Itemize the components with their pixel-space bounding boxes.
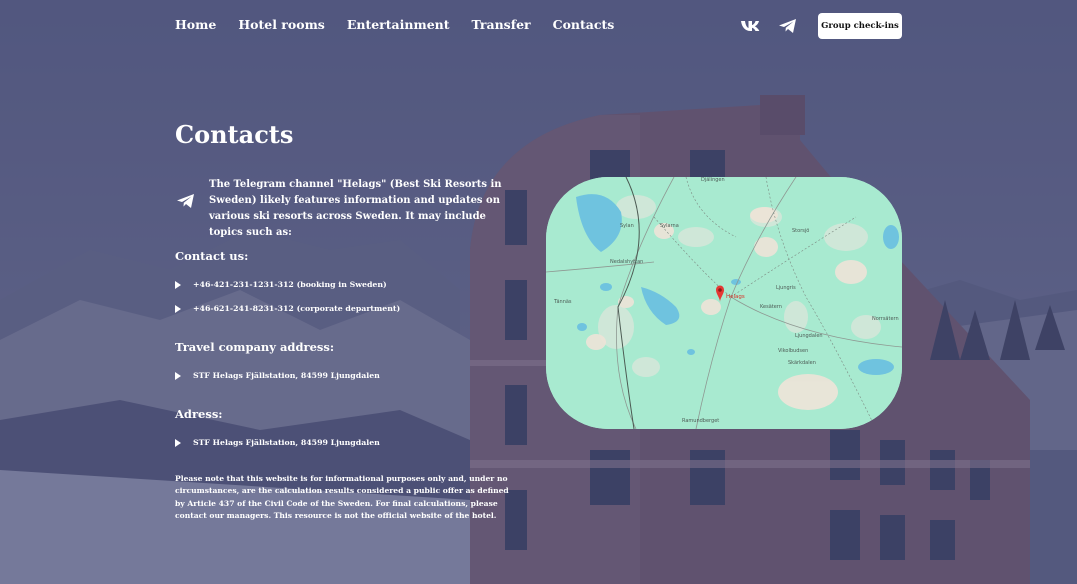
site-header: Home Hotel rooms Entertainment Transfer … [0,0,1077,52]
map-place-label: Sylan [620,223,634,229]
travel-address-text: STF Helags Fjällstation, 84599 Ljungdale… [193,371,380,380]
travel-company-address: STF Helags Fjällstation, 84599 Ljungdale… [175,371,380,380]
bullet-triangle-icon [175,304,181,313]
nav-contacts-link[interactable]: Contacts [553,17,615,32]
contact-us-heading: Contact us: [175,249,249,263]
main-nav: Home Hotel rooms Entertainment Transfer … [175,17,636,32]
bullet-triangle-icon [175,280,181,289]
telegram-icon [176,192,196,210]
location-map[interactable]: Djälingen Sylan Sylarna Nedalshyttan Tän… [546,177,902,429]
map-marker-label: Helags [726,294,745,300]
travel-company-heading: Travel company address: [175,340,335,354]
page-title: Contacts [175,120,294,149]
phone-booking[interactable]: +46-421-231-1231-312 (booking in Sweden) [175,280,387,289]
map-place-label: Nedalshyttan [610,259,644,265]
map-place-label: Sylarna [660,223,679,229]
phone-booking-text: +46-421-231-1231-312 (booking in Sweden) [193,280,387,289]
map-place-label: Djälingen [701,177,725,183]
nav-transfer-link[interactable]: Transfer [472,17,531,32]
map-place-label: Norrsätern [872,316,899,322]
map-place-label: Kesätern [760,304,782,310]
background-tint [0,0,1077,584]
phone-corporate[interactable]: +46-621-241-8231-312 (corporate departme… [175,304,400,313]
nav-entertainment-link[interactable]: Entertainment [347,17,450,32]
map-place-label: Vikolbudsen [778,348,809,354]
background-image [0,0,1077,584]
bullet-triangle-icon [175,371,181,380]
social-links [740,17,798,35]
map-place-label: Ljungris [776,285,796,291]
hotel-address-text: STF Helags Fjällstation, 84599 Ljungdale… [193,438,380,447]
nav-home-link[interactable]: Home [175,17,216,32]
group-check-ins-button[interactable]: Group check-ins [818,13,902,39]
disclaimer-text: Please note that this website is for inf… [175,474,509,521]
map-canvas [546,177,902,429]
phone-corporate-text: +46-621-241-8231-312 (corporate departme… [193,304,401,313]
bullet-triangle-icon [175,438,181,447]
map-place-label: Ramundberget [682,418,720,424]
vk-icon[interactable] [740,17,760,35]
map-place-label: Ljungdalen [795,333,823,339]
map-place-label: Skärkdalen [788,360,816,366]
map-place-label: Storsjö [792,228,810,234]
nav-hotel-rooms-link[interactable]: Hotel rooms [238,17,325,32]
telegram-icon[interactable] [778,17,798,35]
hotel-address: STF Helags Fjällstation, 84599 Ljungdale… [175,438,380,447]
map-place-label: Tännäs [554,299,572,305]
telegram-intro-text: The Telegram channel "Helags" (Best Ski … [209,179,502,238]
adress-heading: Adress: [175,407,223,421]
